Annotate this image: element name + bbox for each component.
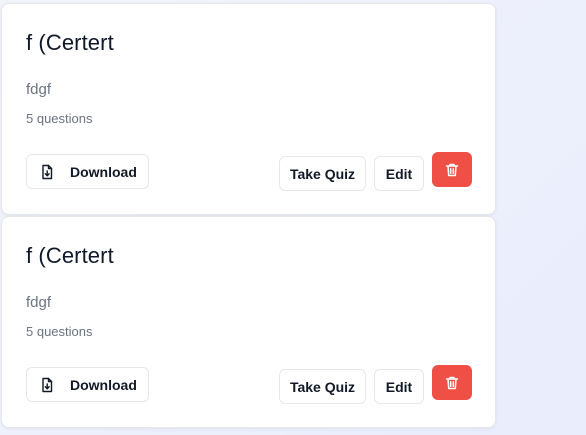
trash-icon [444,162,460,178]
download-label: Download [70,163,137,180]
take-quiz-button[interactable]: Take Quiz [279,369,366,404]
question-count: 5 questions [26,324,93,339]
edit-button[interactable]: Edit [374,369,424,404]
quiz-card: f (Certert fdgf 5 questions Download Tak… [1,3,496,215]
delete-button[interactable] [432,152,472,187]
quiz-description: fdgf [26,294,52,311]
download-button[interactable]: Download [26,367,149,402]
download-button[interactable]: Download [26,154,149,189]
file-download-icon [39,377,55,393]
question-count: 5 questions [26,111,93,126]
file-download-icon [39,164,55,180]
quiz-list: f (Certert fdgf 5 questions Download Tak… [0,0,497,435]
quiz-card: f (Certert fdgf 5 questions Download Tak… [1,216,496,428]
delete-button[interactable] [432,365,472,400]
quiz-title: f (Certert [26,30,114,55]
quiz-description: fdgf [26,81,52,98]
quiz-title: f (Certert [26,243,114,268]
edit-button[interactable]: Edit [374,156,424,191]
download-label: Download [70,376,137,393]
take-quiz-button[interactable]: Take Quiz [279,156,366,191]
trash-icon [444,375,460,391]
